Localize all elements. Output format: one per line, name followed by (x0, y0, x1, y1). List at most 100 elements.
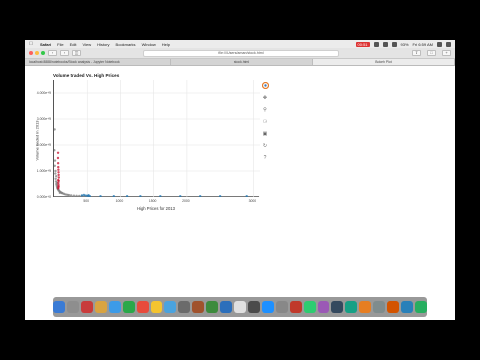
dock-app-icon[interactable] (178, 301, 191, 313)
pan-icon[interactable]: ✥ (262, 94, 269, 101)
plot-area[interactable] (53, 80, 260, 198)
scatter-point (57, 168, 60, 171)
scatter-point (58, 191, 62, 195)
tab-bokeh-plot[interactable]: Bokeh Plot (313, 59, 455, 65)
dock-app-icon[interactable] (234, 301, 246, 313)
dock-app-icon[interactable] (150, 301, 163, 313)
new-tab-button[interactable]: + (442, 50, 451, 56)
zoom-button[interactable] (41, 51, 45, 55)
menu-bookmarks[interactable]: Bookmarks (113, 42, 139, 47)
scatter-point (84, 194, 88, 197)
toolbar-right: ⇧ □ + (409, 50, 451, 56)
scatter-point (57, 179, 60, 183)
save-icon[interactable]: ▣ (262, 130, 269, 137)
scatter-point (56, 162, 60, 165)
tab-jupyter[interactable]: localhost:8888/notebooks/Stock analysis … (25, 59, 171, 65)
scatter-point (70, 194, 73, 197)
y-tick-label: 2.000e+9 (36, 143, 51, 147)
scatter-point (57, 173, 60, 177)
forward-button[interactable]: › (60, 50, 69, 56)
bokeh-logo-icon[interactable] (261, 82, 269, 89)
menu-edit[interactable]: Edit (67, 42, 80, 47)
dock-app-icon[interactable] (108, 301, 121, 313)
dock-app-icon[interactable] (53, 301, 65, 313)
scatter-point (53, 164, 56, 167)
menu-help[interactable]: Help (159, 42, 173, 47)
scatter-point (53, 159, 57, 162)
address-bar[interactable]: file:///Users/aman/stock.html (143, 50, 339, 57)
scatter-point (57, 165, 60, 169)
x-tick-label: 2000 (182, 199, 190, 203)
menu-view[interactable]: View (79, 42, 94, 47)
tabs-overview-button[interactable]: □ (427, 50, 436, 56)
sidebar-button[interactable]: ◫ (72, 50, 81, 56)
y-tick-label: 1.000e+9 (36, 169, 51, 173)
browser-toolbar: ‹ › ◫ file:///Users/aman/stock.html ⇧ □ … (25, 48, 455, 59)
window-controls (25, 51, 45, 55)
close-button[interactable] (29, 51, 33, 55)
zoom-icon[interactable]: ⚲ (262, 106, 269, 113)
dropbox-icon[interactable] (373, 41, 379, 47)
dock-app-icon[interactable] (66, 301, 79, 313)
dock-app-icon[interactable] (345, 301, 358, 313)
dock-app-icon[interactable] (247, 301, 260, 313)
x-tick-label: 500 (83, 199, 90, 203)
wheel-zoom-icon[interactable]: ⚆ (262, 118, 269, 125)
x-tick-label: 3000 (248, 199, 257, 203)
tab-strip: localhost:8888/notebooks/Stock analysis … (25, 59, 455, 66)
dock-app-icon[interactable] (331, 301, 344, 313)
menu-app[interactable]: Safari (37, 42, 54, 47)
scatter-point (218, 195, 222, 198)
menu-window[interactable]: Window (139, 42, 159, 47)
menu-file[interactable]: File (54, 42, 66, 47)
scatter-point (57, 187, 60, 190)
dock-app-icon[interactable] (289, 301, 302, 313)
search-icon[interactable] (437, 41, 442, 47)
scatter-point (54, 172, 57, 175)
scatter-point (78, 194, 81, 198)
help-icon[interactable]: ? (262, 154, 269, 161)
share-button[interactable]: ⇧ (412, 50, 421, 56)
dock (53, 297, 427, 317)
dock-app-icon[interactable] (220, 301, 233, 313)
scatter-point (54, 177, 57, 180)
minimize-button[interactable] (35, 51, 39, 55)
back-button[interactable]: ‹ (48, 50, 57, 56)
tab-stock[interactable]: stock.html (171, 59, 313, 65)
dock-app-icon[interactable] (206, 301, 219, 313)
scatter-point (198, 195, 202, 198)
clock[interactable]: Fri 6:59 AM (413, 42, 433, 47)
dock-app-icon[interactable] (275, 301, 288, 313)
scatter-point (54, 175, 58, 178)
dock-app-icon[interactable] (359, 301, 372, 313)
list-icon[interactable] (446, 41, 451, 47)
volume-icon[interactable] (391, 41, 397, 47)
wifi-icon[interactable] (382, 41, 388, 47)
bokeh-toolbar: ✥ ⚲ ⚆ ▣ ↻ ? (261, 82, 269, 161)
apple-icon[interactable]:  (25, 41, 37, 47)
chart-title: Volume traded Vs. High Prices (53, 73, 120, 78)
scatter-point (56, 156, 60, 160)
battery-level[interactable]: 93% (401, 42, 409, 47)
dock-app-icon[interactable] (80, 301, 93, 313)
y-tick-label: 3.000e+9 (36, 117, 51, 121)
dock-app-icon[interactable] (136, 301, 149, 313)
dock-app-icon[interactable] (192, 301, 205, 313)
dock-app-icon[interactable] (261, 301, 274, 313)
scatter-plot (53, 80, 260, 198)
menu-history[interactable]: History (94, 42, 112, 47)
dock-app-icon[interactable] (303, 301, 316, 313)
recording-indicator[interactable]: 00:51 (355, 41, 370, 47)
y-tick-label: 4.000e+9 (36, 91, 51, 95)
reset-icon[interactable]: ↻ (262, 142, 269, 149)
dock-app-icon[interactable] (415, 301, 427, 313)
dock-app-icon[interactable] (94, 301, 107, 313)
dock-app-icon[interactable] (387, 301, 400, 313)
dock-app-icon[interactable] (373, 301, 386, 313)
scatter-point (125, 195, 129, 198)
dock-app-icon[interactable] (122, 301, 135, 313)
dock-app-icon[interactable] (164, 301, 177, 313)
dock-app-icon[interactable] (401, 301, 414, 313)
dock-app-icon[interactable] (317, 301, 330, 313)
scatter-point (53, 128, 56, 131)
